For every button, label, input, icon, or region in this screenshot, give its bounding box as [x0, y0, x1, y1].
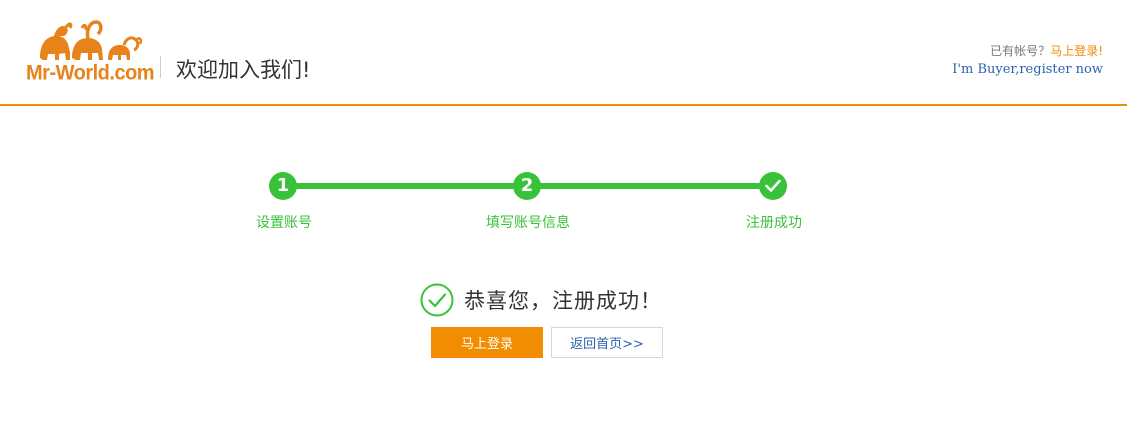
registration-steps: 1 设置账号 2 填写账号信息 注册成功 [0, 170, 1127, 240]
welcome-title: 欢迎加入我们! [176, 58, 311, 82]
buyer-register-link[interactable]: I'm Buyer,register now [952, 62, 1103, 77]
step-1-circle: 1 [269, 172, 297, 200]
page-header: Mr-World.com 欢迎加入我们! 已有帐号？马上登录! I'm Buye… [0, 0, 1127, 106]
login-link[interactable]: 马上登录! [1050, 44, 1103, 58]
header-divider [160, 56, 161, 78]
step-3-label: 注册成功 [746, 215, 802, 231]
back-home-button[interactable]: 返回首页>> [551, 327, 663, 358]
check-icon [765, 179, 781, 192]
step-3-circle [759, 172, 787, 200]
step-2-circle: 2 [513, 172, 541, 200]
site-logo[interactable]: Mr-World.com [26, 18, 155, 86]
success-text: 恭喜您，注册成功！ [464, 289, 662, 313]
elephants-logo-icon [40, 20, 143, 60]
login-now-button[interactable]: 马上登录 [431, 327, 543, 358]
step-1-label: 设置账号 [256, 215, 312, 231]
check-circle-icon [420, 283, 454, 317]
success-message: 恭喜您，注册成功！ [420, 282, 662, 318]
has-account-text: 已有帐号？ [990, 44, 1051, 58]
step-2-label: 填写账号信息 [486, 215, 570, 231]
logo-text: Mr-World.com [26, 61, 155, 85]
has-account-line: 已有帐号？马上登录! [952, 42, 1103, 59]
account-links: 已有帐号？马上登录! I'm Buyer,register now [952, 42, 1103, 77]
